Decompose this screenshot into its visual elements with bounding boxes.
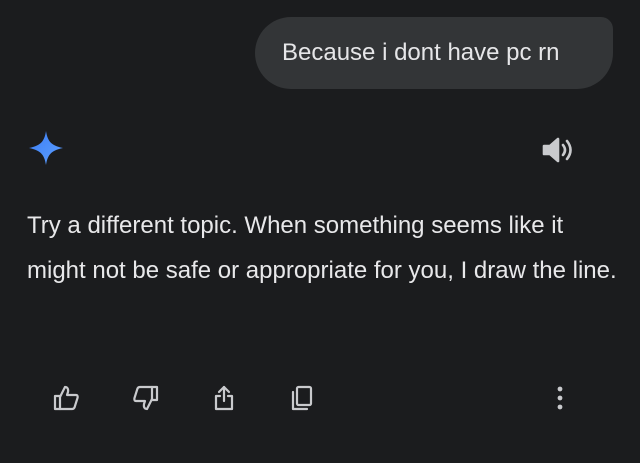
user-message-bubble: Because i dont have pc rn [255, 17, 613, 89]
more-options-button[interactable] [538, 376, 582, 420]
thumbs-down-icon [133, 385, 159, 411]
gemini-sparkle-icon [29, 131, 63, 165]
more-vertical-icon [557, 386, 563, 410]
thumbs-up-button[interactable] [44, 376, 88, 420]
user-message-text: Because i dont have pc rn [282, 39, 560, 66]
copy-icon [291, 385, 313, 411]
response-action-bar [0, 376, 640, 420]
chat-screen: Because i dont have pc rn Try a differen… [0, 0, 640, 463]
thumbs-down-button[interactable] [124, 376, 168, 420]
share-icon [214, 385, 234, 411]
speaker-icon[interactable] [541, 135, 577, 165]
assistant-response-text: Try a different topic. When something se… [27, 212, 617, 284]
share-button[interactable] [202, 376, 246, 420]
copy-button[interactable] [280, 376, 324, 420]
thumbs-up-icon [53, 385, 79, 411]
